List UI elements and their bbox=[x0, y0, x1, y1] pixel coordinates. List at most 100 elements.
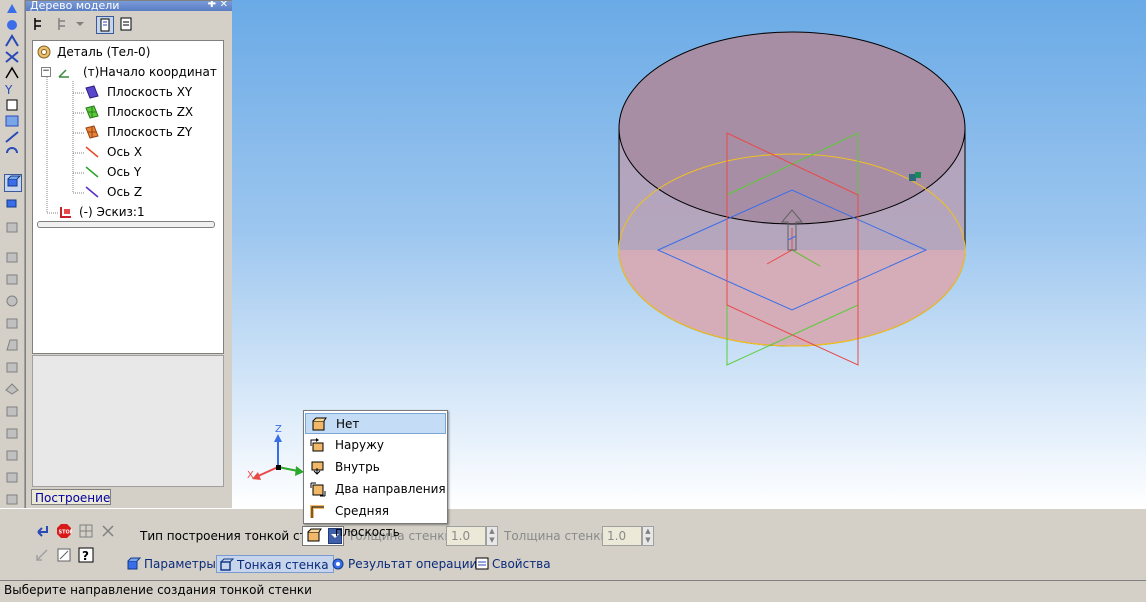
model-tree-toolbar bbox=[26, 12, 232, 38]
option-none[interactable]: Нет bbox=[305, 413, 446, 434]
help-icon[interactable]: ? bbox=[78, 547, 94, 563]
model-tree-title-bar: Дерево модели ✚ ✕ bbox=[26, 1, 232, 11]
property-bar-controls: STOP ? bbox=[28, 517, 124, 569]
create-object-icon[interactable] bbox=[34, 523, 50, 539]
option-middle-plane[interactable]: Средняя плоскость bbox=[305, 501, 446, 539]
option-inward[interactable]: Внутрь bbox=[305, 457, 446, 478]
option-label: Два направления bbox=[335, 482, 446, 496]
thin-wall-parameters-row: Тип построения тонкой стенки Толщина сте… bbox=[124, 522, 1146, 552]
thickness2-field[interactable]: 1.0 bbox=[602, 526, 642, 546]
axis-z-icon bbox=[85, 185, 99, 199]
toolbar-tool-icon[interactable] bbox=[4, 360, 20, 374]
tree-properties-icon[interactable] bbox=[118, 16, 134, 32]
toolbar-tool-icon[interactable] bbox=[4, 338, 20, 352]
tree-structure-dropdown-icon[interactable] bbox=[56, 16, 86, 32]
option-label: Нет bbox=[336, 417, 360, 431]
axis-x-icon bbox=[85, 145, 99, 159]
tree-item-label: Плоскость XY bbox=[107, 85, 193, 99]
option-outward[interactable]: Наружу bbox=[305, 435, 446, 456]
tree-view-icon[interactable] bbox=[32, 16, 48, 32]
toolbar-tool-icon[interactable] bbox=[4, 448, 20, 462]
toolbar-tool-icon[interactable] bbox=[4, 426, 20, 440]
toolbar-tool-icon[interactable] bbox=[4, 18, 20, 32]
sketch-front-arc bbox=[618, 249, 966, 347]
toolbar-tool-icon[interactable] bbox=[4, 470, 20, 484]
toolbar-tool-icon[interactable] bbox=[4, 98, 20, 112]
status-bar: Выберите направление создания тонкой сте… bbox=[0, 580, 1146, 602]
cross-icon[interactable] bbox=[100, 523, 116, 539]
toolbar-tool-icon[interactable] bbox=[4, 294, 20, 308]
grid-icon[interactable] bbox=[78, 523, 94, 539]
wall-inward-icon bbox=[310, 460, 326, 475]
toolbar-tool-icon[interactable] bbox=[4, 2, 20, 16]
operation-result-tab-icon bbox=[331, 557, 345, 570]
pin-icon[interactable]: ✚ bbox=[208, 1, 216, 10]
toolbar-tool-icon[interactable] bbox=[4, 220, 20, 234]
property-tabs: Параметры Тонкая стенка Результат операц… bbox=[124, 552, 1146, 576]
toolbar-tool-icon[interactable] bbox=[4, 316, 20, 330]
model-tree-title: Дерево модели bbox=[30, 1, 120, 11]
auto-create-icon[interactable] bbox=[56, 547, 72, 563]
wall-two-directions-icon bbox=[310, 482, 326, 497]
thin-wall-tab-icon bbox=[220, 558, 235, 571]
option-label: Средняя плоскость bbox=[335, 504, 400, 539]
toolbar-tool-icon[interactable] bbox=[4, 382, 20, 396]
toolbar-tool-icon[interactable] bbox=[4, 272, 20, 286]
status-text: Выберите направление создания тонкой сте… bbox=[4, 583, 312, 597]
collapse-icon[interactable]: − bbox=[41, 67, 51, 77]
toolbar-tool-icon[interactable]: Y bbox=[4, 82, 20, 97]
wall-type-dropdown: Нет Наружу Внутрь Два направления Средня… bbox=[303, 410, 448, 539]
tab-operation-result[interactable]: Результат операции bbox=[328, 555, 477, 573]
thickness2-spinner[interactable]: ▲ ▼ bbox=[642, 526, 654, 546]
close-icon[interactable]: ✕ bbox=[220, 1, 228, 10]
toolbar-tool-icon[interactable] bbox=[4, 404, 20, 418]
tree-item-label: Ось X bbox=[107, 145, 143, 159]
properties-tab-icon bbox=[475, 557, 489, 570]
stop-icon[interactable]: STOP bbox=[56, 523, 74, 539]
tab-label: Тонкая стенка bbox=[237, 558, 329, 572]
toolbar-tool-icon[interactable] bbox=[4, 50, 20, 64]
tree-horizontal-scrollbar[interactable] bbox=[37, 221, 215, 228]
wall-none-icon bbox=[311, 417, 327, 432]
option-label: Внутрь bbox=[335, 460, 380, 474]
model-tree-lower-area bbox=[32, 355, 224, 487]
thickness1-field[interactable]: 1.0 bbox=[446, 526, 486, 546]
toolbar-tool-icon[interactable] bbox=[4, 114, 20, 128]
tab-properties[interactable]: Свойства bbox=[472, 555, 551, 573]
tab-label: Свойства bbox=[492, 557, 551, 571]
svg-text:Y: Y bbox=[4, 83, 13, 96]
tree-item-label: Ось Z bbox=[107, 185, 143, 199]
option-two-directions[interactable]: Два направления bbox=[305, 479, 446, 500]
toolbar-tool-icon[interactable] bbox=[4, 250, 20, 264]
tab-parameters[interactable]: Параметры bbox=[124, 555, 216, 573]
tab-build[interactable]: Построение bbox=[31, 489, 111, 505]
plane-zx-icon bbox=[85, 105, 99, 119]
toolbar-tool-icon[interactable] bbox=[4, 130, 20, 144]
drag-handle bbox=[909, 174, 916, 181]
sketch-icon bbox=[59, 205, 73, 219]
tree-item-label: Плоскость ZX bbox=[107, 105, 194, 119]
model-tree-list: Деталь (Тел-0) − (т)Начало координат Пло… bbox=[32, 40, 224, 354]
tree-item-label: (т)Начало координат bbox=[83, 65, 217, 79]
axis-y-icon bbox=[85, 165, 99, 179]
wall-type-none-icon bbox=[306, 528, 322, 547]
cylinder-top-face bbox=[618, 31, 966, 225]
tree-item-label: Плоскость ZY bbox=[107, 125, 193, 139]
model-tree-panel: Дерево модели ✚ ✕ Деталь (Тел-0) − (т)На… bbox=[25, 0, 233, 510]
undo-icon bbox=[34, 547, 50, 563]
coordinate-triad bbox=[252, 434, 304, 480]
svg-text:STOP: STOP bbox=[59, 530, 73, 536]
tab-thin-wall[interactable]: Тонкая стенка bbox=[216, 555, 334, 573]
extrude-tool-icon[interactable] bbox=[4, 174, 22, 192]
tree-mode-icon[interactable] bbox=[96, 16, 114, 34]
origin-icon bbox=[57, 65, 71, 79]
plane-xy-icon bbox=[85, 85, 99, 99]
wall-middle-plane-icon bbox=[310, 504, 326, 519]
toolbar-tool-icon[interactable] bbox=[4, 146, 20, 160]
toolbar-tool-icon[interactable] bbox=[4, 34, 20, 48]
toolbar-tool-icon[interactable] bbox=[4, 492, 20, 506]
plane-zy-icon bbox=[85, 125, 99, 139]
toolbar-tool-icon[interactable] bbox=[4, 66, 20, 80]
toolbar-tool-icon[interactable] bbox=[4, 196, 20, 210]
thickness1-spinner[interactable]: ▲ ▼ bbox=[486, 526, 498, 546]
